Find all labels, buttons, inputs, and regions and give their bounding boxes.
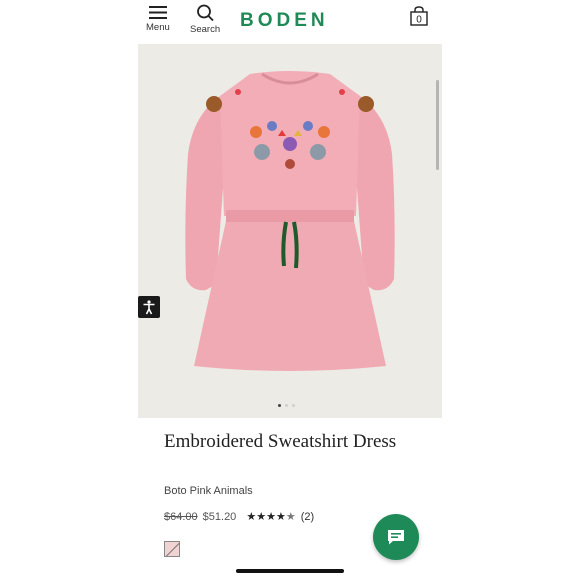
app-screen: Menu Search BODEN 0 Embroidered Sweatshi… [138, 0, 442, 580]
hamburger-icon [148, 6, 167, 19]
rating-star: ★ [246, 511, 257, 523]
carousel-dot[interactable] [285, 404, 288, 407]
search-button[interactable]: Search [190, 4, 220, 35]
carousel-dots [278, 404, 295, 407]
product-image-carousel[interactable] [138, 44, 442, 418]
rating-star: ★ [275, 511, 286, 523]
color-swatch[interactable] [164, 541, 180, 557]
chat-button[interactable] [373, 514, 419, 560]
rating-star: ★ [285, 511, 296, 523]
menu-button[interactable]: Menu [146, 4, 170, 33]
search-label: Search [190, 24, 221, 35]
bag-count: 0 [416, 15, 422, 26]
rating-star: ★ [256, 511, 267, 523]
accessibility-button[interactable] [138, 296, 160, 318]
review-count[interactable]: (2) [301, 511, 314, 523]
rating-star: ★ [266, 511, 276, 523]
original-price: $64.00 [164, 510, 198, 523]
product-color-name: Boto Pink Animals [164, 485, 253, 497]
product-title: Embroidered Sweatshirt Dress [164, 431, 397, 452]
menu-label: Menu [146, 22, 170, 33]
search-icon [197, 4, 214, 22]
chat-icon [388, 530, 404, 545]
product-image [185, 71, 395, 371]
carousel-dot[interactable] [292, 404, 295, 407]
sale-price: $51.20 [202, 510, 237, 523]
scrollbar[interactable] [436, 80, 439, 170]
price-rating-row: $64.00 $51.20 ★★★★★ (2) [164, 510, 314, 524]
accessibility-icon [143, 300, 155, 315]
bag-icon: 0 [410, 6, 428, 26]
rating-stars[interactable]: ★★★★★ [246, 510, 295, 523]
carousel-dot-active[interactable] [278, 404, 281, 407]
site-header: Menu Search BODEN 0 [138, 0, 442, 44]
home-indicator[interactable] [236, 569, 344, 573]
bag-button[interactable]: 0 [409, 6, 429, 31]
brand-logo[interactable]: BODEN [240, 10, 329, 32]
